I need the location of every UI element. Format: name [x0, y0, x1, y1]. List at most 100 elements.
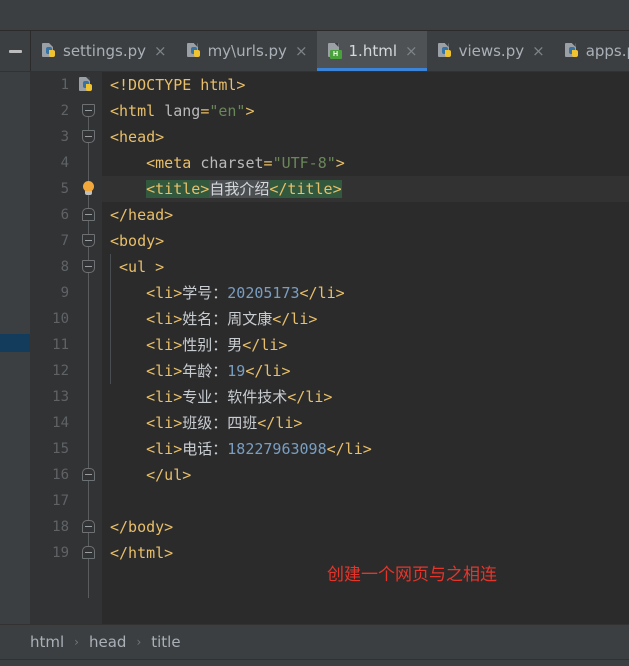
code-line[interactable]: <!DOCTYPE html>	[102, 72, 629, 98]
editor-tab-views-py[interactable]: views.py ×	[426, 31, 554, 71]
code-token: "en"	[209, 102, 246, 120]
code-line[interactable]: <li>班级：四班</li>	[102, 410, 629, 436]
breadcrumb: html › head › title	[0, 624, 629, 659]
fold-toggle-html[interactable]	[82, 104, 95, 117]
code-line[interactable]: <li>姓名：周文康</li>	[102, 306, 629, 332]
ide-window: settings.py × my\urls.py × H 1.html × views.py ×…	[0, 0, 629, 666]
fold-toggle-html-end[interactable]	[82, 546, 95, 559]
left-tool-strip[interactable]	[0, 72, 30, 624]
code-token: "UTF-8"	[272, 154, 336, 172]
fold-toggle-ul[interactable]	[82, 260, 95, 273]
fold-gutter[interactable]	[76, 72, 102, 624]
minimize-button[interactable]	[0, 31, 31, 71]
line-number: 1	[60, 77, 69, 93]
code-token: </li>	[245, 362, 291, 380]
code-token: <li>	[110, 284, 183, 302]
code-line[interactable]: <head>	[102, 124, 629, 150]
line-number: 3	[60, 129, 69, 145]
tab-label: views.py	[458, 41, 525, 60]
code-content[interactable]: <!DOCTYPE html> <html lang="en"> <head> <m…	[102, 72, 629, 624]
code-token: </head>	[110, 206, 174, 224]
tab-label: my\urls.py	[207, 41, 287, 60]
line-number: 18	[52, 519, 69, 535]
tab-close-icon[interactable]: ×	[295, 43, 308, 59]
editor-tab-my-urls-py[interactable]: my\urls.py ×	[175, 31, 317, 71]
left-strip-marker	[0, 334, 30, 352]
line-number: 9	[60, 285, 69, 301]
line-number: 13	[52, 389, 69, 405]
code-line[interactable]	[102, 488, 629, 514]
tab-close-icon[interactable]: ×	[532, 43, 545, 59]
editor-tab-1-html[interactable]: H 1.html ×	[316, 31, 427, 71]
fold-toggle-body-end[interactable]	[82, 520, 95, 533]
editor-tab-apps-py[interactable]: apps.py	[553, 31, 629, 71]
code-token: </li>	[257, 414, 303, 432]
line-number: 15	[52, 441, 69, 457]
code-token: charset	[200, 154, 264, 172]
code-token: </ul>	[110, 466, 192, 484]
code-line[interactable]: </head>	[102, 202, 629, 228]
editor-tab-bar: settings.py × my\urls.py × H 1.html × views.py ×…	[0, 31, 629, 72]
fold-toggle-head-end[interactable]	[82, 208, 95, 221]
code-token: >	[335, 154, 345, 172]
line-number: 4	[60, 155, 69, 171]
code-token: <body>	[110, 232, 165, 250]
code-token: <li>	[110, 440, 183, 458]
python-file-icon	[41, 43, 57, 59]
code-line[interactable]: <meta charset="UTF-8">	[102, 150, 629, 176]
line-number: 16	[52, 467, 69, 483]
code-token: 20205173	[227, 284, 300, 302]
code-line[interactable]: </body>	[102, 514, 629, 540]
minimize-icon	[8, 49, 22, 53]
breadcrumb-item-head[interactable]: head	[89, 633, 126, 651]
line-number: 5	[60, 181, 69, 197]
line-number: 11	[52, 337, 69, 353]
line-number: 7	[60, 233, 69, 249]
code-line[interactable]: <li>年龄：19</li>	[102, 358, 629, 384]
code-line[interactable]: <title>自我介绍</title>	[102, 176, 629, 202]
code-token: 性别：男	[182, 336, 243, 354]
code-token: 年龄：	[182, 362, 228, 380]
tab-close-icon[interactable]: ×	[405, 43, 418, 59]
code-editor[interactable]: 1 2 3 4 5 6 7 8 9 10 11 12 13 14 15 16 17 18 19	[30, 72, 629, 624]
code-token: </body>	[110, 518, 174, 536]
code-token: <!DOCTYPE html>	[110, 76, 246, 94]
code-token: </li>	[299, 284, 345, 302]
python-file-icon	[564, 43, 580, 59]
code-line[interactable]: <li>电话：18227963098</li>	[102, 436, 629, 462]
fold-toggle-body[interactable]	[82, 234, 95, 247]
fold-toggle-ul-end[interactable]	[82, 468, 95, 481]
code-token: </li>	[287, 388, 333, 406]
code-token: <head>	[110, 128, 165, 146]
code-token: 专业：软件技术	[182, 388, 288, 406]
bottom-edge	[0, 659, 629, 666]
breadcrumb-item-html[interactable]: html	[30, 633, 64, 651]
breadcrumb-item-title[interactable]: title	[151, 633, 180, 651]
line-number: 17	[52, 493, 69, 509]
code-line[interactable]: <ul >	[102, 254, 629, 280]
code-token: 学号：	[182, 284, 228, 302]
editor-tab-settings-py[interactable]: settings.py ×	[31, 31, 176, 71]
code-token: >	[245, 102, 255, 120]
line-number-gutter: 1 2 3 4 5 6 7 8 9 10 11 12 13 14 15 16 17 18 19	[30, 72, 76, 624]
code-line[interactable]: <li>专业：软件技术</li>	[102, 384, 629, 410]
code-line[interactable]: </ul>	[102, 462, 629, 488]
line-number: 6	[60, 207, 69, 223]
tab-close-icon[interactable]: ×	[154, 43, 167, 59]
code-token: =	[263, 154, 273, 172]
code-line[interactable]: <li>性别：男</li>	[102, 332, 629, 358]
line-number: 19	[52, 545, 69, 561]
tab-label: settings.py	[63, 41, 146, 60]
code-line[interactable]: <html lang="en">	[102, 98, 629, 124]
code-token: </html>	[110, 544, 174, 562]
code-token: 18227963098	[227, 440, 327, 458]
code-token: <html	[110, 102, 165, 120]
intention-bulb-icon[interactable]	[81, 181, 96, 197]
code-line[interactable]: <li>学号：20205173</li>	[102, 280, 629, 306]
tab-label: 1.html	[348, 41, 397, 60]
code-token: 班级：四班	[182, 414, 258, 432]
code-line[interactable]: <body>	[102, 228, 629, 254]
fold-toggle-head[interactable]	[82, 130, 95, 143]
tab-list: settings.py × my\urls.py × H 1.html × views.py ×…	[31, 31, 629, 71]
